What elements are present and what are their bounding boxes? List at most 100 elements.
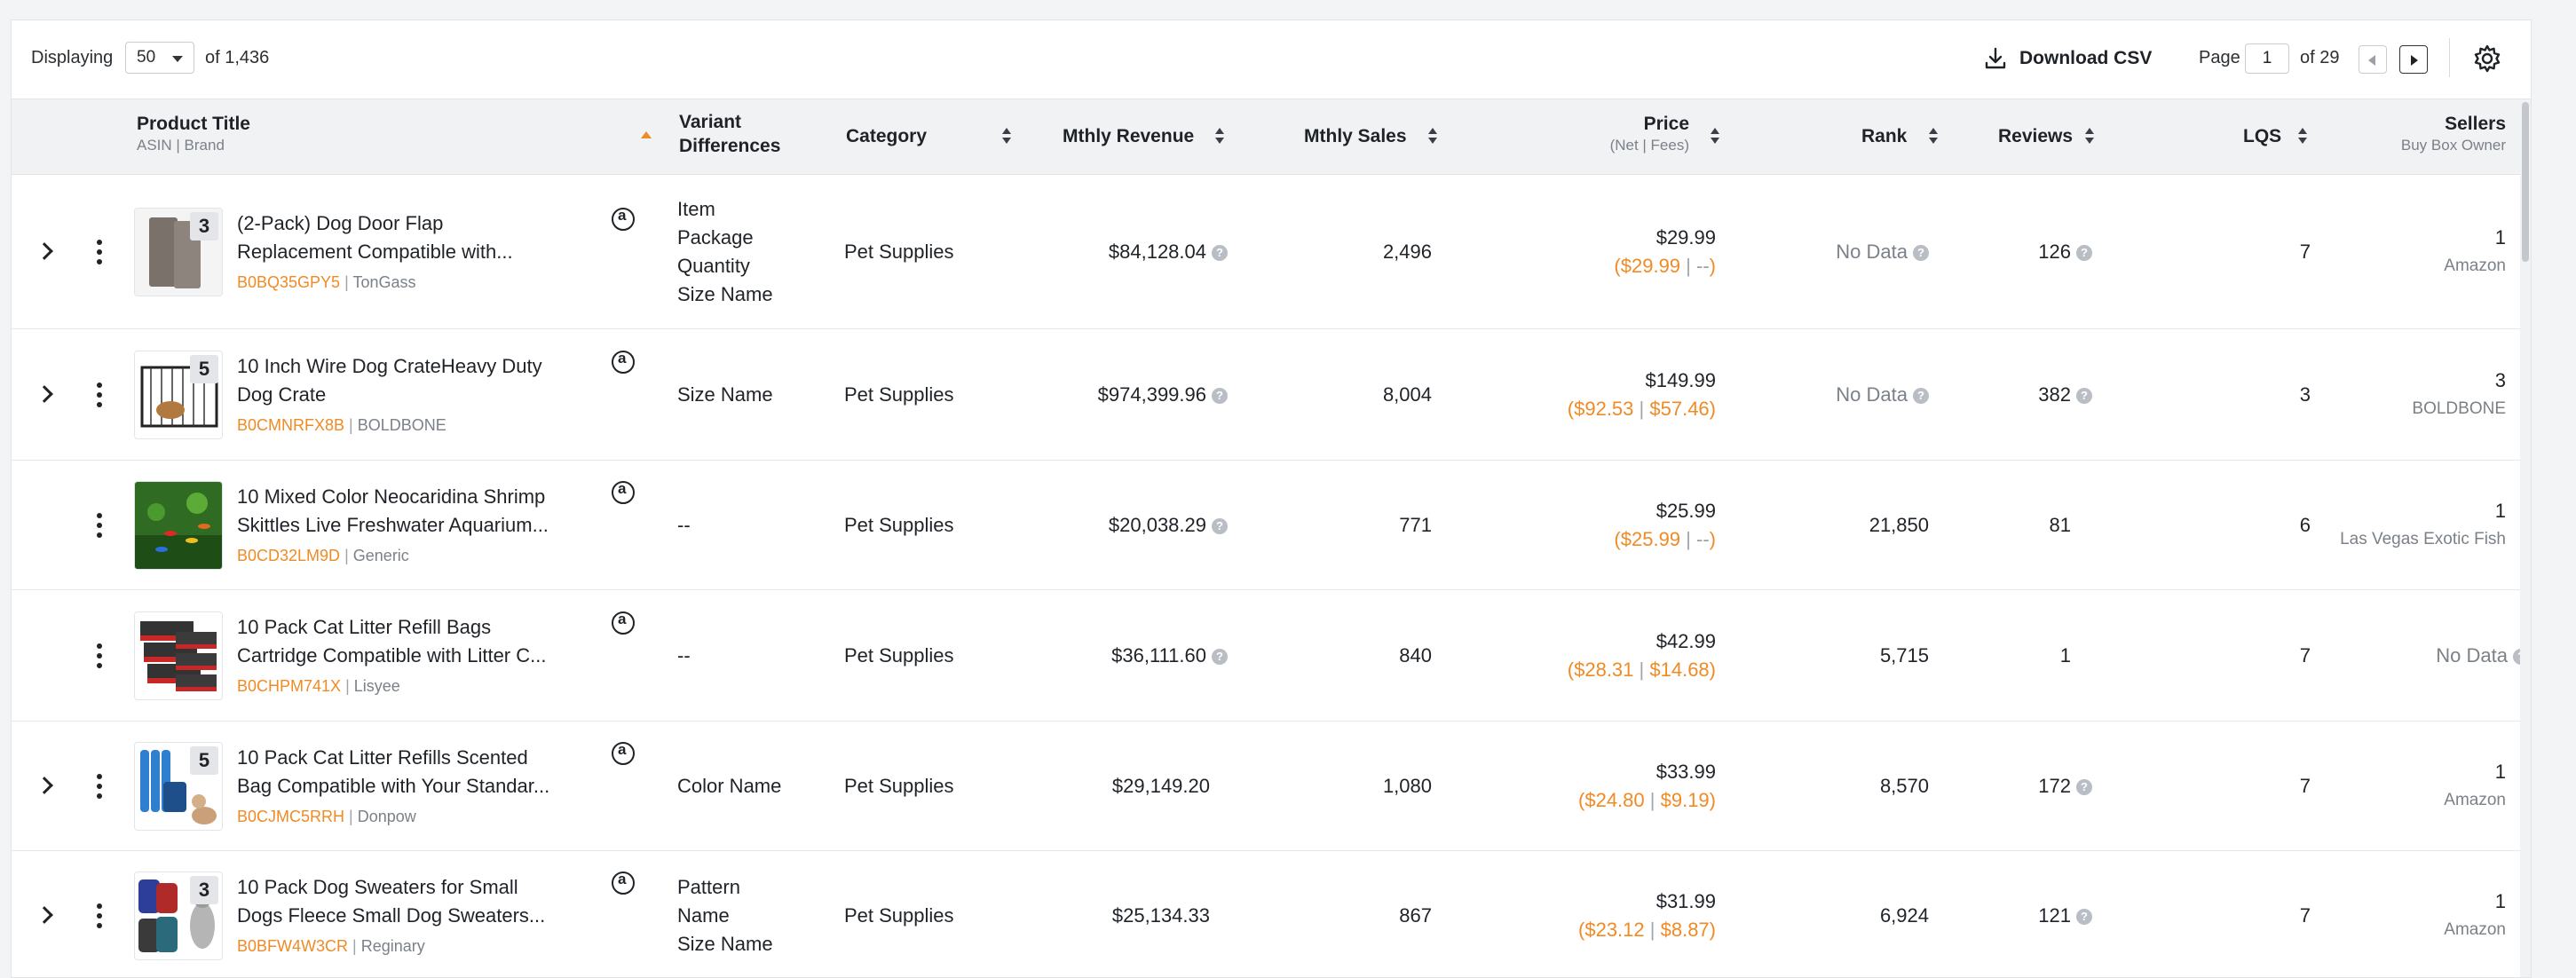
- prev-page-button[interactable]: [2359, 45, 2387, 74]
- table-row[interactable]: 10 Mixed Color Neocaridina Shrimp Skittle…: [12, 461, 2531, 590]
- sort-asc-icon[interactable]: [641, 131, 652, 138]
- gear-icon[interactable]: [2472, 43, 2502, 74]
- download-csv-label: Download CSV: [2019, 48, 2153, 68]
- expand-row-icon[interactable]: [36, 385, 53, 403]
- rank-cell: 6,924: [1751, 902, 1929, 930]
- rank-cell: 8,570: [1751, 772, 1929, 801]
- sort-reviews-icon[interactable]: [2085, 126, 2094, 146]
- column-header-price[interactable]: Price (Net | Fees): [1521, 112, 1689, 155]
- product-title-line-1[interactable]: 10 Pack Cat Litter Refill Bags: [237, 613, 628, 642]
- help-icon[interactable]: ?: [1212, 245, 1228, 262]
- sort-sales-icon[interactable]: [1428, 126, 1437, 146]
- product-title-line-1[interactable]: 10 Mixed Color Neocaridina Shrimp: [237, 483, 628, 511]
- net-fees-cell: ($24.80 | $9.19): [1578, 789, 1716, 811]
- sales-cell: 867: [1399, 904, 1432, 927]
- amazon-link-icon[interactable]: [612, 611, 635, 635]
- product-thumbnail[interactable]: 5: [134, 351, 223, 439]
- per-page-value: 50: [137, 48, 156, 67]
- amazon-link-icon[interactable]: [612, 350, 635, 374]
- product-thumbnail[interactable]: [134, 481, 223, 570]
- expand-row-icon[interactable]: [36, 777, 53, 794]
- reviews-cell: 1: [1929, 642, 2071, 670]
- column-header-title[interactable]: Product Title ASIN | Brand: [137, 112, 250, 155]
- row-actions-menu-icon[interactable]: [90, 642, 109, 670]
- reviews-value: 1: [2059, 644, 2071, 666]
- product-title-line-1[interactable]: 10 Inch Wire Dog CrateHeavy Duty: [237, 352, 628, 381]
- table-row[interactable]: 5 10 Inch Wire Dog CrateHeavy Duty Dog Cra…: [12, 329, 2531, 461]
- help-icon[interactable]: ?: [2076, 779, 2092, 796]
- table-row[interactable]: 10 Pack Cat Litter Refill Bags Cartridge …: [12, 590, 2531, 722]
- row-actions-menu-icon[interactable]: [90, 238, 109, 266]
- row-actions-menu-icon[interactable]: [90, 902, 109, 930]
- table-row[interactable]: 3 10 Pack Dog Sweaters for Small Dogs Flee…: [12, 851, 2531, 977]
- brand-name: BOLDBONE: [357, 416, 446, 434]
- asin-brand: B0CD32LM9D | Generic: [237, 547, 409, 564]
- help-icon[interactable]: ?: [2076, 909, 2092, 926]
- asin-link[interactable]: B0CMNRFX8B: [237, 416, 344, 434]
- price-header-sub: (Net | Fees): [1609, 137, 1689, 154]
- next-page-button[interactable]: [2399, 45, 2428, 74]
- product-title-line-2[interactable]: Dog Crate: [237, 381, 628, 409]
- help-icon[interactable]: ?: [1913, 388, 1929, 405]
- sort-revenue-icon[interactable]: [1215, 126, 1224, 146]
- column-header-sales[interactable]: Mthly Sales: [1304, 124, 1407, 148]
- help-icon[interactable]: ?: [2076, 388, 2092, 405]
- asin-link[interactable]: B0BQ35GPY5: [237, 273, 340, 291]
- asin-link[interactable]: B0CHPM741X: [237, 677, 341, 695]
- amazon-link-icon[interactable]: [612, 480, 635, 504]
- column-header-lqs[interactable]: LQS: [2243, 124, 2281, 148]
- help-icon[interactable]: ?: [1212, 518, 1228, 535]
- help-icon[interactable]: ?: [1913, 245, 1929, 262]
- variant-difference: Item: [677, 198, 715, 220]
- row-actions-menu-icon[interactable]: [90, 381, 109, 409]
- table-row[interactable]: 3 (2-Pack) Dog Door Flap Replacement Compa…: [12, 175, 2531, 329]
- column-header-sellers[interactable]: Sellers Buy Box Owner: [2284, 112, 2506, 155]
- column-header-rank[interactable]: Rank: [1861, 124, 1907, 148]
- fees-value: $8.87: [1660, 919, 1710, 941]
- sellers-count: 1: [2494, 500, 2506, 522]
- product-title-line-2[interactable]: Dogs Fleece Small Dog Sweaters...: [237, 902, 628, 930]
- column-header-category[interactable]: Category: [846, 124, 927, 148]
- product-title-line-1[interactable]: 10 Pack Cat Litter Refills Scented: [237, 744, 628, 772]
- reviews-value: 121: [2038, 904, 2071, 927]
- download-csv-button[interactable]: Download CSV: [1982, 42, 2152, 75]
- amazon-link-icon[interactable]: [612, 871, 635, 895]
- asin-link[interactable]: B0CD32LM9D: [237, 547, 340, 564]
- product-title-line-2[interactable]: Bag Compatible with Your Standar...: [237, 772, 628, 801]
- row-actions-menu-icon[interactable]: [90, 511, 109, 540]
- product-title-line-1[interactable]: 10 Pack Dog Sweaters for Small: [237, 873, 628, 902]
- column-header-reviews[interactable]: Reviews: [1998, 124, 2073, 148]
- help-icon[interactable]: ?: [2076, 245, 2092, 262]
- product-thumbnail[interactable]: 3: [134, 208, 223, 296]
- product-title-line-2[interactable]: Cartridge Compatible with Litter C...: [237, 642, 628, 670]
- product-thumbnail[interactable]: 3: [134, 872, 223, 960]
- page-number-input[interactable]: 1: [2245, 43, 2289, 74]
- sort-rank-icon[interactable]: [1929, 126, 1938, 146]
- amazon-link-icon[interactable]: [612, 207, 635, 231]
- product-table-panel: Displaying 50 of 1,436 Download CSV Page…: [11, 20, 2532, 978]
- table-row[interactable]: 5 10 Pack Cat Litter Refills Scented Bag C…: [12, 722, 2531, 851]
- product-title-line-2[interactable]: Replacement Compatible with...: [237, 238, 628, 266]
- scrollbar-thumb[interactable]: [2522, 102, 2529, 262]
- help-icon[interactable]: ?: [1212, 388, 1228, 405]
- asin-brand: B0CMNRFX8B | BOLDBONE: [237, 416, 446, 434]
- sort-category-icon[interactable]: [1002, 126, 1011, 146]
- net-price: $29.99: [1620, 255, 1681, 277]
- help-icon[interactable]: ?: [1212, 649, 1228, 666]
- expand-row-icon[interactable]: [36, 906, 53, 924]
- category-cell: Pet Supplies: [844, 383, 954, 406]
- revenue-cell: $36,111.60?: [1006, 642, 1228, 670]
- vertical-scrollbar[interactable]: [2520, 100, 2531, 977]
- row-actions-menu-icon[interactable]: [90, 772, 109, 801]
- asin-link[interactable]: B0CJMC5RRH: [237, 808, 344, 825]
- amazon-link-icon[interactable]: [612, 741, 635, 765]
- column-header-revenue[interactable]: Mthly Revenue: [1063, 124, 1194, 148]
- expand-row-icon[interactable]: [36, 242, 53, 260]
- product-title-line-2[interactable]: Skittles Live Freshwater Aquarium...: [237, 511, 628, 540]
- product-title-line-1[interactable]: (2-Pack) Dog Door Flap: [237, 209, 628, 238]
- asin-link[interactable]: B0BFW4W3CR: [237, 937, 348, 955]
- sort-price-icon[interactable]: [1711, 126, 1719, 146]
- product-thumbnail[interactable]: 5: [134, 742, 223, 831]
- product-thumbnail[interactable]: [134, 611, 223, 700]
- per-page-select[interactable]: 50: [125, 42, 194, 74]
